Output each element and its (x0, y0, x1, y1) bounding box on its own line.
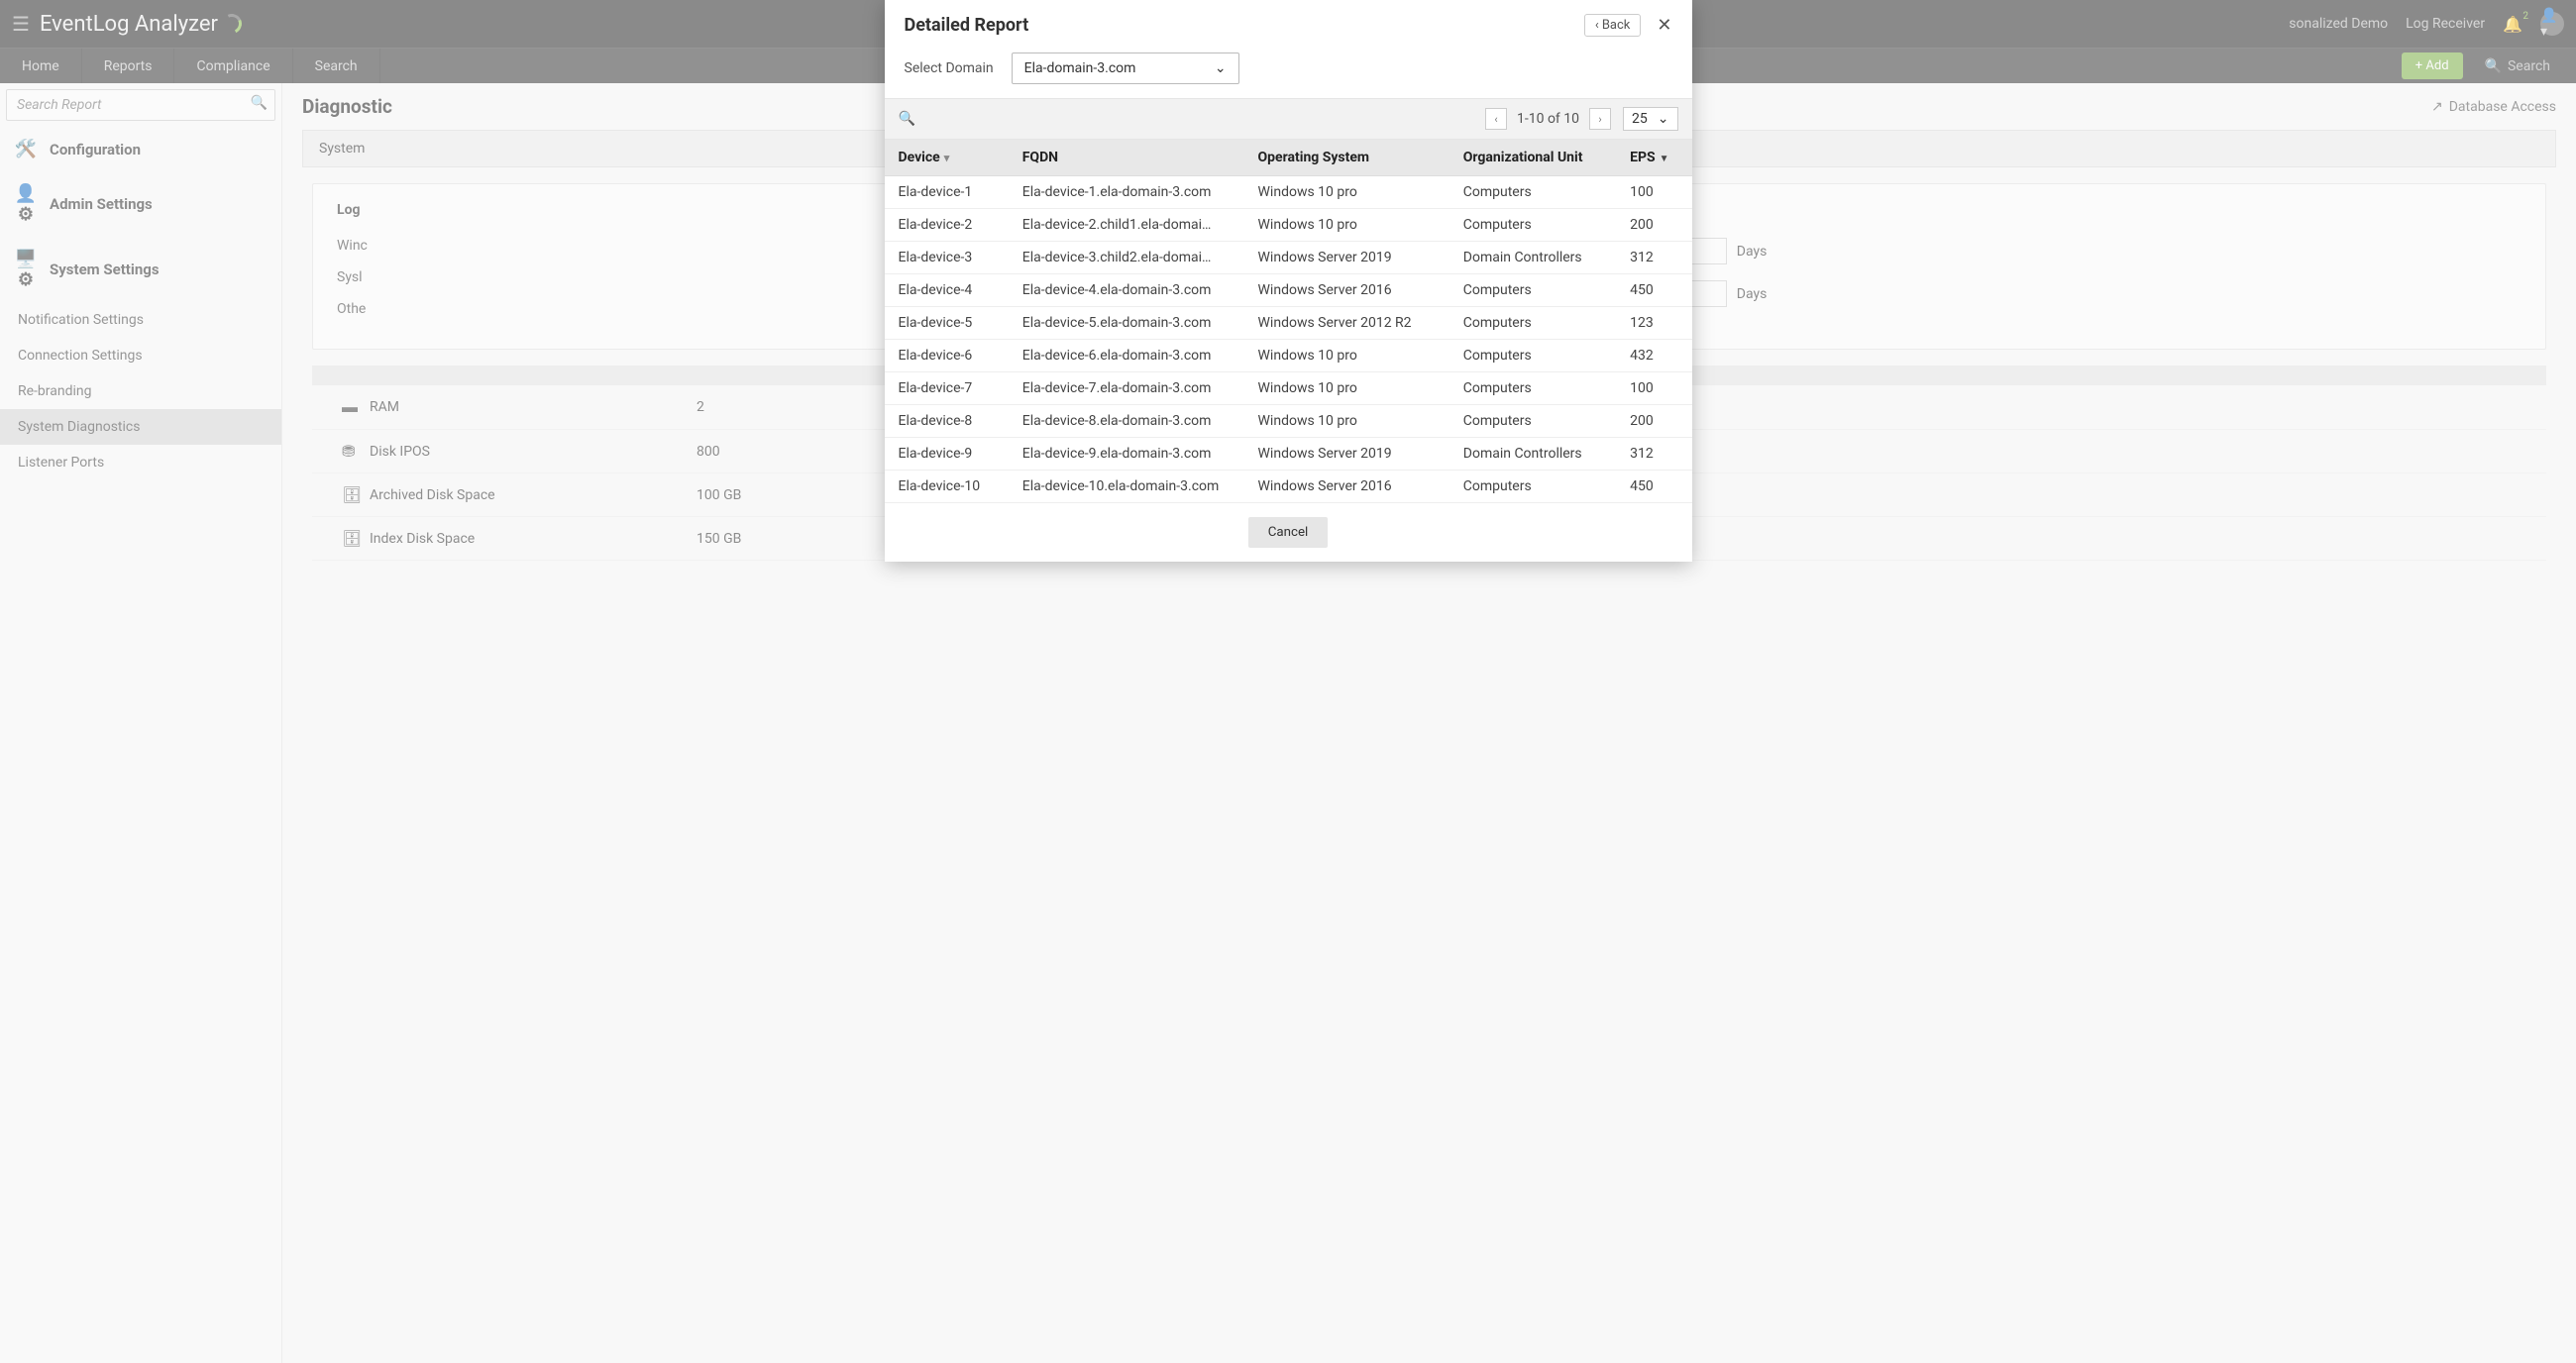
cell-eps: 312 (1616, 242, 1691, 274)
select-domain-label: Select Domain (905, 60, 994, 76)
domain-value: Ela-domain-3.com (1024, 60, 1136, 76)
table-row[interactable]: Ela-device-9Ela-device-9.ela-domain-3.co… (885, 438, 1692, 471)
cell-ou: Domain Controllers (1449, 242, 1616, 274)
cell-eps: 312 (1616, 438, 1691, 471)
cell-eps: 100 (1616, 176, 1691, 209)
col-eps[interactable]: EPS▼ (1616, 140, 1691, 176)
cell-eps: 200 (1616, 209, 1691, 242)
cell-fqdn: Ela-device-3.child2.ela-domai… (1009, 242, 1244, 274)
domain-select[interactable]: Ela-domain-3.com ⌄ (1012, 52, 1239, 84)
cell-ou: Computers (1449, 274, 1616, 307)
modal-overlay: Detailed Report ‹Back ✕ Select Domain El… (0, 0, 2576, 1363)
pager-next-button[interactable]: › (1589, 108, 1611, 130)
cell-os: Windows 10 pro (1244, 176, 1449, 209)
table-row[interactable]: Ela-device-8Ela-device-8.ela-domain-3.co… (885, 405, 1692, 438)
cell-device: Ela-device-9 (885, 438, 1009, 471)
cell-fqdn: Ela-device-1.ela-domain-3.com (1009, 176, 1244, 209)
cell-device: Ela-device-2 (885, 209, 1009, 242)
col-device[interactable]: Device▾ (885, 140, 1009, 176)
cell-eps: 123 (1616, 307, 1691, 340)
cell-fqdn: Ela-device-9.ela-domain-3.com (1009, 438, 1244, 471)
table-row[interactable]: Ela-device-10Ela-device-10.ela-domain-3.… (885, 471, 1692, 503)
detailed-report-modal: Detailed Report ‹Back ✕ Select Domain El… (885, 0, 1692, 562)
col-ou[interactable]: Organizational Unit (1449, 140, 1616, 176)
cell-device: Ela-device-3 (885, 242, 1009, 274)
table-row[interactable]: Ela-device-1Ela-device-1.ela-domain-3.co… (885, 176, 1692, 209)
cell-device: Ela-device-4 (885, 274, 1009, 307)
cell-ou: Computers (1449, 176, 1616, 209)
table-row[interactable]: Ela-device-7Ela-device-7.ela-domain-3.co… (885, 372, 1692, 405)
cell-ou: Computers (1449, 405, 1616, 438)
cell-fqdn: Ela-device-10.ela-domain-3.com (1009, 471, 1244, 503)
table-row[interactable]: Ela-device-3Ela-device-3.child2.ela-doma… (885, 242, 1692, 274)
cell-eps: 450 (1616, 274, 1691, 307)
cell-device: Ela-device-5 (885, 307, 1009, 340)
cell-ou: Computers (1449, 372, 1616, 405)
cell-os: Windows 10 pro (1244, 209, 1449, 242)
cell-os: Windows Server 2012 R2 (1244, 307, 1449, 340)
cell-os: Windows Server 2016 (1244, 471, 1449, 503)
table-row[interactable]: Ela-device-5Ela-device-5.ela-domain-3.co… (885, 307, 1692, 340)
filter-icon: ▾ (944, 152, 950, 164)
page-size-select[interactable]: 25 ⌄ (1623, 107, 1677, 131)
cell-device: Ela-device-8 (885, 405, 1009, 438)
chevron-down-icon: ⌄ (1658, 111, 1669, 127)
cell-ou: Domain Controllers (1449, 438, 1616, 471)
cell-fqdn: Ela-device-4.ela-domain-3.com (1009, 274, 1244, 307)
cell-device: Ela-device-10 (885, 471, 1009, 503)
cell-os: Windows Server 2016 (1244, 274, 1449, 307)
cell-ou: Computers (1449, 209, 1616, 242)
cell-fqdn: Ela-device-7.ela-domain-3.com (1009, 372, 1244, 405)
cancel-button[interactable]: Cancel (1248, 517, 1329, 548)
close-icon[interactable]: ✕ (1657, 15, 1671, 36)
cell-eps: 432 (1616, 340, 1691, 372)
cell-device: Ela-device-1 (885, 176, 1009, 209)
cell-ou: Computers (1449, 340, 1616, 372)
pager-prev-button[interactable]: ‹ (1485, 108, 1507, 130)
cell-os: Windows Server 2019 (1244, 242, 1449, 274)
pager-text: 1-10 of 10 (1517, 111, 1579, 127)
back-button[interactable]: ‹Back (1584, 14, 1641, 37)
cell-os: Windows Server 2019 (1244, 438, 1449, 471)
sort-desc-icon: ▼ (1660, 154, 1669, 164)
cell-fqdn: Ela-device-2.child1.ela-domai… (1009, 209, 1244, 242)
cell-os: Windows 10 pro (1244, 372, 1449, 405)
col-os[interactable]: Operating System (1244, 140, 1449, 176)
cell-fqdn: Ela-device-6.ela-domain-3.com (1009, 340, 1244, 372)
chevron-left-icon: ‹ (1595, 18, 1599, 33)
cell-os: Windows 10 pro (1244, 340, 1449, 372)
cell-fqdn: Ela-device-5.ela-domain-3.com (1009, 307, 1244, 340)
cell-fqdn: Ela-device-8.ela-domain-3.com (1009, 405, 1244, 438)
cell-device: Ela-device-7 (885, 372, 1009, 405)
device-table: Device▾ FQDN Operating System Organizati… (885, 140, 1692, 503)
table-row[interactable]: Ela-device-4Ela-device-4.ela-domain-3.co… (885, 274, 1692, 307)
cell-os: Windows 10 pro (1244, 405, 1449, 438)
cell-device: Ela-device-6 (885, 340, 1009, 372)
table-search-icon[interactable]: 🔍 (899, 111, 915, 127)
cell-ou: Computers (1449, 471, 1616, 503)
col-fqdn[interactable]: FQDN (1009, 140, 1244, 176)
cell-eps: 100 (1616, 372, 1691, 405)
cell-ou: Computers (1449, 307, 1616, 340)
cell-eps: 200 (1616, 405, 1691, 438)
table-row[interactable]: Ela-device-2Ela-device-2.child1.ela-doma… (885, 209, 1692, 242)
modal-title: Detailed Report (905, 15, 1029, 36)
table-row[interactable]: Ela-device-6Ela-device-6.ela-domain-3.co… (885, 340, 1692, 372)
chevron-down-icon: ⌄ (1215, 60, 1227, 76)
cell-eps: 450 (1616, 471, 1691, 503)
